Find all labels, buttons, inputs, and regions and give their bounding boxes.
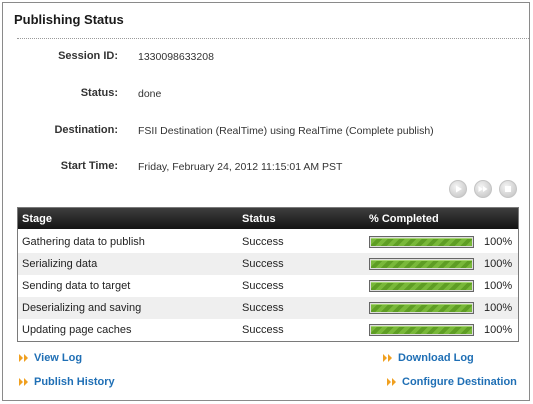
percent-cell: 100% — [484, 324, 513, 336]
session-id-label: Session ID: — [58, 50, 118, 62]
progress-bar — [369, 280, 474, 292]
table-row: Gathering data to publish Success 100% — [18, 231, 518, 253]
status-value: done — [138, 88, 162, 100]
stage-cell: Gathering data to publish — [22, 236, 145, 248]
fast-forward-button[interactable] — [474, 180, 492, 198]
play-button[interactable] — [449, 180, 467, 198]
percent-cell: 100% — [484, 258, 513, 270]
progress-bar — [369, 236, 474, 248]
progress-fill — [371, 238, 472, 246]
progress-bar — [369, 324, 474, 336]
download-log-label: Download Log — [398, 352, 474, 364]
status-row: Status: done — [3, 87, 531, 103]
progress-bar — [369, 258, 474, 270]
table-row: Sending data to target Success 100% — [18, 275, 518, 297]
double-chevron-right-icon — [19, 354, 28, 362]
configure-destination-label: Configure Destination — [402, 376, 517, 388]
progress-fill — [371, 304, 472, 312]
start-time-value: Friday, February 24, 2012 11:15:01 AM PS… — [138, 161, 343, 173]
stage-cell: Sending data to target — [22, 280, 131, 292]
playback-controls — [449, 180, 519, 198]
publish-stages-table: Stage Status % Completed Gathering data … — [17, 207, 519, 342]
panel-title: Publishing Status — [14, 12, 124, 27]
progress-fill — [371, 282, 472, 290]
view-log-label: View Log — [34, 352, 83, 364]
double-chevron-right-icon — [19, 378, 28, 386]
progress-fill — [371, 326, 472, 334]
stop-icon — [505, 186, 511, 192]
destination-label: Destination: — [54, 124, 118, 136]
configure-destination-link[interactable]: Configure Destination — [387, 376, 517, 388]
publish-history-label: Publish History — [34, 376, 115, 388]
title-divider — [17, 38, 529, 39]
progress-bar — [369, 302, 474, 314]
session-id-row: Session ID: 1330098633208 — [3, 50, 531, 66]
column-header-completed: % Completed — [369, 213, 439, 225]
start-time-label: Start Time: — [60, 160, 118, 172]
status-cell: Success — [242, 324, 284, 336]
progress-fill — [371, 260, 472, 268]
status-label: Status: — [80, 87, 118, 99]
stage-cell: Serializing data — [22, 258, 98, 270]
column-header-stage: Stage — [22, 213, 52, 225]
percent-cell: 100% — [484, 236, 513, 248]
status-cell: Success — [242, 258, 284, 270]
status-cell: Success — [242, 236, 284, 248]
fast-forward-icon — [478, 186, 488, 192]
session-id-value: 1330098633208 — [138, 51, 214, 63]
destination-value: FSII Destination (RealTime) using RealTi… — [138, 125, 434, 137]
stage-cell: Updating page caches — [22, 324, 132, 336]
destination-row: Destination: FSII Destination (RealTime)… — [3, 124, 531, 140]
percent-cell: 100% — [484, 280, 513, 292]
status-cell: Success — [242, 280, 284, 292]
stage-cell: Deserializing and saving — [22, 302, 142, 314]
status-cell: Success — [242, 302, 284, 314]
start-time-row: Start Time: Friday, February 24, 2012 11… — [3, 160, 531, 176]
publish-history-link[interactable]: Publish History — [19, 376, 115, 388]
table-row: Updating page caches Success 100% — [18, 319, 518, 341]
table-header: Stage Status % Completed — [18, 208, 518, 229]
play-icon — [456, 185, 462, 193]
view-log-link[interactable]: View Log — [19, 352, 82, 364]
publishing-status-panel: Publishing Status Session ID: 1330098633… — [2, 2, 530, 401]
table-row: Serializing data Success 100% — [18, 253, 518, 275]
column-header-status: Status — [242, 213, 276, 225]
stop-button[interactable] — [499, 180, 517, 198]
table-row: Deserializing and saving Success 100% — [18, 297, 518, 319]
double-chevron-right-icon — [387, 378, 396, 386]
percent-cell: 100% — [484, 302, 513, 314]
double-chevron-right-icon — [383, 354, 392, 362]
download-log-link[interactable]: Download Log — [383, 352, 474, 364]
